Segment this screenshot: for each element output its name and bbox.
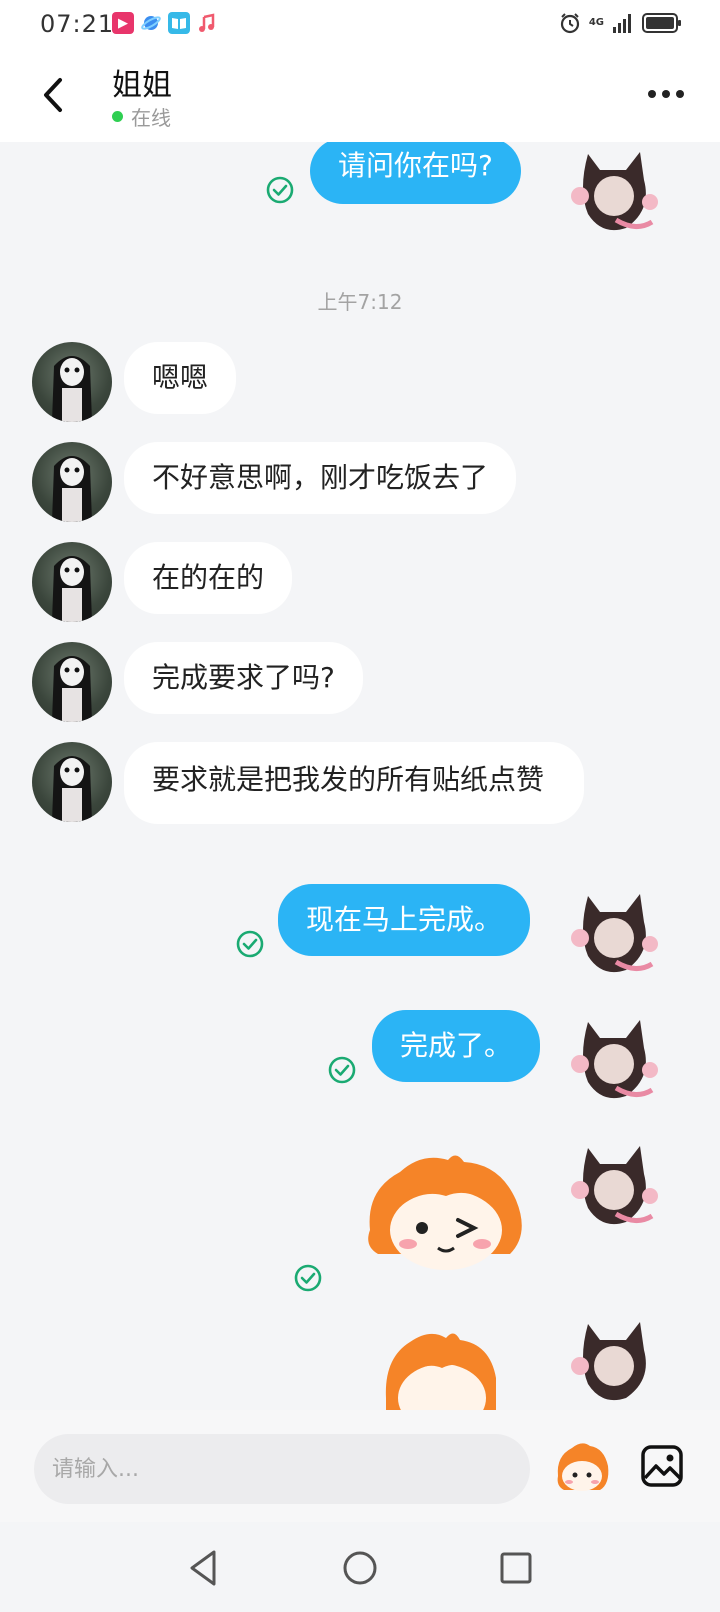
my-avatar[interactable] [566, 882, 658, 973]
read-check-icon [266, 176, 294, 204]
home-circle-icon[interactable] [338, 1546, 382, 1590]
sticker-button-icon[interactable] [554, 1440, 610, 1496]
message-bubble-incoming[interactable]: 嗯嗯 [124, 342, 237, 414]
message-bubble-outgoing[interactable]: 完成了。 [372, 1010, 541, 1082]
message-timestamp: 上午7:12 [317, 290, 403, 314]
signal-icon [613, 14, 631, 33]
back-triangle-icon[interactable] [182, 1546, 226, 1590]
girl-sticker-partial[interactable] [380, 1328, 500, 1410]
read-check-icon [236, 930, 264, 958]
contact-avatar[interactable] [32, 542, 112, 622]
status-right: 4G [559, 12, 682, 34]
read-check-icon [328, 1056, 356, 1084]
winking-girl-sticker[interactable] [360, 1150, 530, 1280]
input-bar [0, 1410, 720, 1522]
contact-avatar[interactable] [32, 742, 112, 822]
message-input[interactable] [34, 1434, 530, 1504]
video-app-icon: ▶ [112, 12, 134, 34]
contact-avatar[interactable] [32, 442, 112, 522]
music-app-icon [196, 12, 218, 34]
message-bubble-incoming[interactable]: 要求就是把我发的所有贴纸点赞 [124, 742, 584, 824]
message-list[interactable]: 请问你在吗? 上午7:12 嗯嗯 不好意思啊，刚才吃饭去了 在的在的 完成要求了… [0, 142, 720, 1410]
message-bubble-incoming[interactable]: 在的在的 [124, 542, 293, 614]
message-bubble-outgoing[interactable]: 现在马上完成。 [278, 884, 531, 956]
message-bubble-outgoing[interactable]: 请问你在吗? [310, 142, 521, 204]
more-options-icon[interactable] [648, 90, 684, 98]
my-avatar[interactable] [566, 1008, 658, 1099]
my-avatar[interactable] [566, 1310, 646, 1401]
network-type: 4G [588, 17, 604, 28]
message-bubble-incoming[interactable]: 完成要求了吗? [124, 642, 363, 714]
my-avatar[interactable] [566, 142, 658, 231]
battery-icon [642, 13, 681, 33]
online-status-text: 在线 [131, 106, 171, 130]
contact-name: 姐姐 [112, 68, 172, 103]
contact-avatar[interactable] [32, 642, 112, 722]
message-bubble-incoming[interactable]: 不好意思啊，刚才吃饭去了 [124, 442, 517, 514]
back-arrow-icon[interactable] [36, 74, 70, 116]
online-dot-icon [112, 111, 123, 122]
image-picker-icon[interactable] [640, 1444, 684, 1488]
online-status: 在线 [112, 102, 171, 131]
status-bar: 07:21 ▶ 4G [0, 0, 720, 48]
recents-square-icon[interactable] [494, 1546, 538, 1590]
browser-app-icon [140, 12, 162, 34]
read-check-icon [294, 1264, 322, 1292]
reader-app-icon [168, 12, 190, 34]
status-time: 07:21 [40, 10, 115, 38]
alarm-icon [560, 13, 579, 34]
system-nav-bar [0, 1522, 720, 1612]
status-app-icons: ▶ [112, 12, 218, 34]
contact-avatar[interactable] [32, 342, 112, 422]
chat-header: 姐姐 在线 [0, 48, 720, 142]
my-avatar[interactable] [566, 1134, 658, 1225]
